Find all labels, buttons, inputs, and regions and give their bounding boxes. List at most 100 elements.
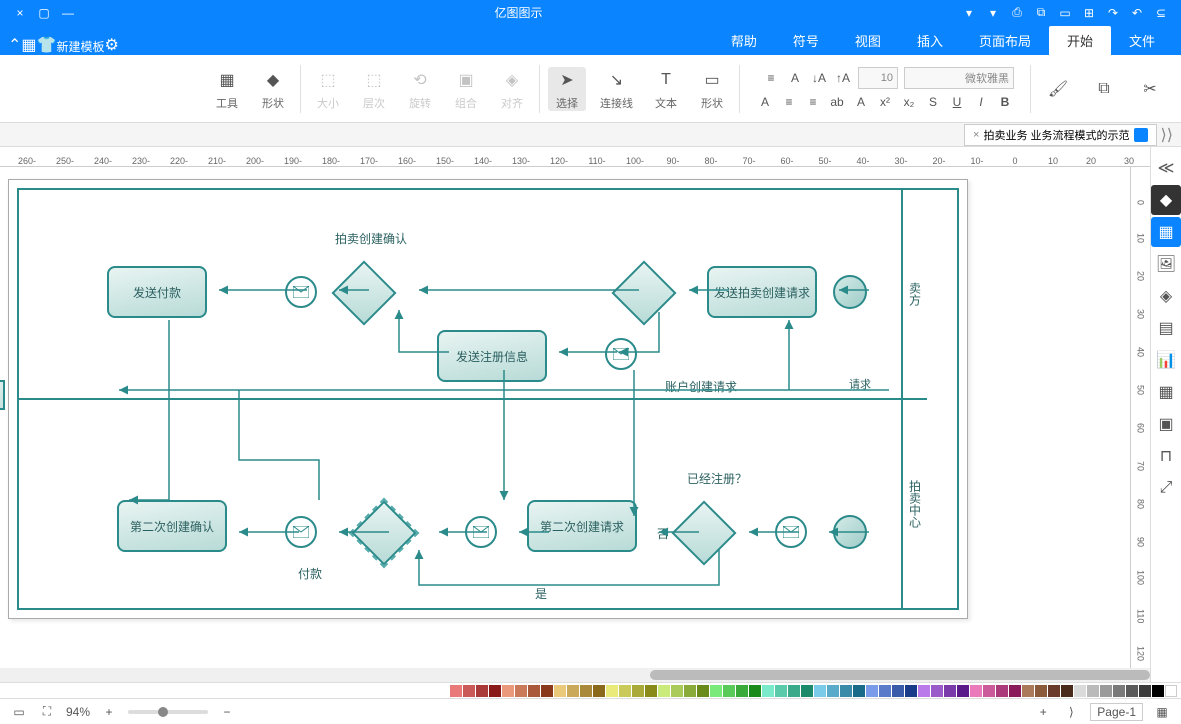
tab-help[interactable]: 帮助 [713,26,775,55]
tab-symbol[interactable]: 符号 [775,26,837,55]
gateway-registered[interactable] [671,500,736,565]
font-size[interactable] [858,67,898,89]
highlight[interactable]: ab [828,93,846,111]
msg-event-5[interactable] [285,516,317,548]
italic[interactable]: I [972,93,990,111]
font-shrink[interactable]: A↓ [810,69,828,87]
task-second-confirm[interactable]: 第二次创建确认 [117,500,227,552]
sn-shape[interactable]: ◆ [1151,185,1181,215]
bullets[interactable]: ≡ [804,93,822,111]
page-next-icon[interactable]: ⟨ [1062,703,1080,721]
sn-frame[interactable]: ⊓ [1151,441,1181,471]
msg-event-4[interactable] [465,516,497,548]
text-dir[interactable]: A [756,93,774,111]
sn-page[interactable]: ▤ [1151,313,1181,343]
zoom-in-icon[interactable]: + [100,703,118,721]
grid-icon[interactable]: ▦ [21,35,36,55]
zoom-out-icon[interactable]: − [218,703,236,721]
start-event[interactable] [833,275,867,309]
sn-grid[interactable]: ▣ [1151,409,1181,439]
add-icon[interactable]: ⊞ [1079,3,1099,23]
format-painter[interactable]: 🖌 [1039,76,1077,102]
fullscreen-icon[interactable]: ▭ [10,703,28,721]
zoom-value: 94% [66,705,90,719]
start-event-2[interactable] [833,515,867,549]
doc-close-icon[interactable]: × [973,129,979,141]
tab-layout[interactable]: 页面布局 [961,26,1049,55]
copy-button[interactable]: ⧉ [1085,76,1123,102]
sn-expand[interactable]: ≫ [1151,153,1181,183]
text-tool[interactable]: T文本 [647,67,685,111]
msg-event-2[interactable] [605,338,637,370]
horizontal-scrollbar[interactable] [0,668,1150,682]
font-grow[interactable]: A↑ [834,69,852,87]
connector-tool[interactable]: ↘连接线 [594,67,639,111]
copy-icon[interactable]: ⧉ [1031,3,1051,23]
bold[interactable]: B [996,93,1014,111]
undo-icon[interactable]: ↶ [1127,3,1147,23]
task-second-request[interactable]: 第二次创建请求 [527,500,637,552]
sn-image[interactable]: 🖼 [1151,249,1181,279]
label-yes: 是 [535,585,547,602]
save-icon[interactable]: ▾ [983,3,1003,23]
gateway-2[interactable] [331,260,396,325]
close-icon[interactable]: × [10,3,30,23]
chevron-icon[interactable]: ⌃ [8,35,21,55]
sn-expand2[interactable]: ⤢ [1151,473,1181,503]
fit-icon[interactable]: ⛶ [38,703,56,721]
sn-library[interactable]: ▦ [1151,217,1181,247]
gateway-selected[interactable] [351,500,416,565]
msg-event-3[interactable] [775,516,807,548]
tab-view[interactable]: 视图 [837,26,899,55]
group-tool: ▣组合 [447,67,485,111]
zoom-slider[interactable] [128,710,208,714]
maximize-icon[interactable]: ▢ [34,3,54,23]
page-add-icon[interactable]: + [1034,703,1052,721]
sup[interactable]: x² [876,93,894,111]
font-color[interactable]: A [852,93,870,111]
page[interactable]: 卖方 发送拍卖创建请求 拍卖创建确认 发送付款 发送注册信息 账户创建请求 [8,179,968,619]
window-icon[interactable]: ▭ [1055,3,1075,23]
msg-event-1[interactable] [285,276,317,308]
align-menu[interactable]: ≡ [762,69,780,87]
shirt-icon[interactable]: 👕 [37,35,57,55]
logo-icon: ⊇ [1151,3,1171,23]
tab-insert[interactable]: 插入 [899,26,961,55]
strike[interactable]: S [924,93,942,111]
label-pay: 付款 [298,565,322,582]
doc-request[interactable] [0,370,5,410]
size-tool: ⬚大小 [309,67,347,111]
font-clear[interactable]: A [786,69,804,87]
export-icon[interactable]: ▾ [959,3,979,23]
document-tab[interactable]: 拍卖业务 业务流程模式的示范 × [964,124,1157,146]
tools-tool[interactable]: ▦工具 [208,67,246,111]
gateway-1[interactable] [611,260,676,325]
new-template-label[interactable]: 新建模板 [56,38,104,55]
printer-icon[interactable]: ⎙ [1007,3,1027,23]
tool-icon[interactable]: ⚙ [104,35,118,55]
font-name[interactable] [904,67,1014,89]
style-tool[interactable]: ◆形状 [254,67,292,111]
tab-start[interactable]: 开始 [1049,26,1111,55]
cut-button[interactable]: ✂ [1131,76,1169,102]
minimize-icon[interactable]: — [58,3,78,23]
sn-table[interactable]: ▦ [1151,377,1181,407]
sn-layers[interactable]: ◈ [1151,281,1181,311]
shape-tool[interactable]: ▭形状 [693,67,731,111]
sub[interactable]: x₂ [900,93,918,111]
doctab-expand-icon[interactable]: ⟨⟨ [1161,125,1173,145]
redo-icon[interactable]: ↷ [1103,3,1123,23]
select-tool[interactable]: ➤选择 [548,67,586,111]
vertical-ruler: 0102030405060708090100110120 [1130,167,1150,668]
canvas[interactable]: 卖方 发送拍卖创建请求 拍卖创建确认 发送付款 发送注册信息 账户创建请求 [0,167,1130,668]
task-create-request[interactable]: 发送拍卖创建请求 [707,266,817,318]
tab-file[interactable]: 文件 [1111,26,1173,55]
color-palette[interactable] [0,682,1181,698]
task-payment[interactable]: 发送付款 [107,266,207,318]
task-reginfo[interactable]: 发送注册信息 [437,330,547,382]
spacing[interactable]: ≡ [780,93,798,111]
sn-chart[interactable]: 📊 [1151,345,1181,375]
page-indicator[interactable]: Page-1 [1090,703,1143,721]
underline[interactable]: U [948,93,966,111]
page-layout-icon[interactable]: ▦ [1153,703,1171,721]
